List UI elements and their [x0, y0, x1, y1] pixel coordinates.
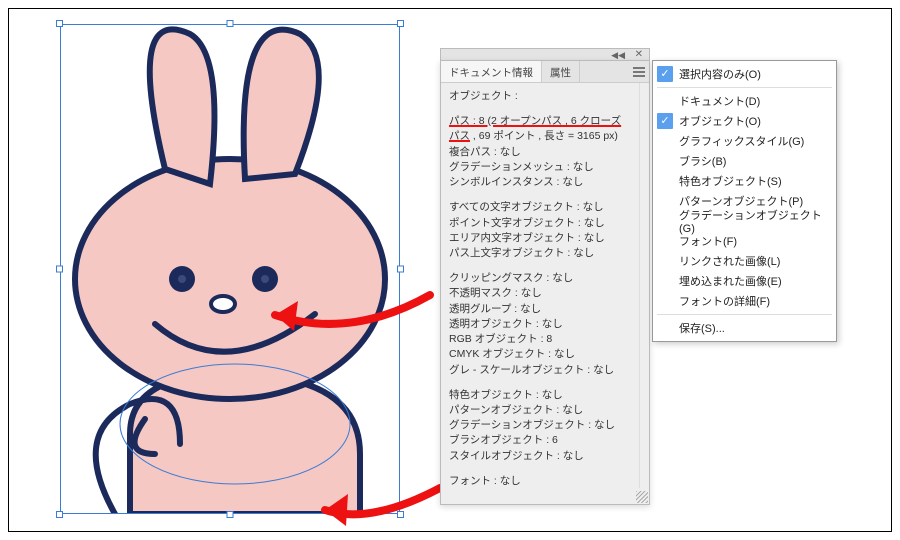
menu-document[interactable]: ドキュメント(D): [653, 91, 836, 111]
check-icon: ✓: [657, 113, 673, 129]
info-grad-mesh: グラデーションメッシュ : なし: [449, 160, 631, 175]
annotation-arrow-2: [310, 480, 450, 535]
info-font: フォント : なし: [449, 474, 631, 488]
info-trans-group: 透明グループ : なし: [449, 302, 631, 317]
handle-bm[interactable]: [227, 511, 234, 518]
handle-mr[interactable]: [397, 266, 404, 273]
handle-ml[interactable]: [56, 266, 63, 273]
info-area-text: エリア内文字オブジェクト : なし: [449, 231, 631, 246]
info-path-line2: パス , 69 ポイント , 長さ = 3165 px): [449, 129, 631, 144]
info-clip-mask: クリッピングマスク : なし: [449, 271, 631, 286]
handle-tm[interactable]: [227, 20, 234, 27]
info-style-object: スタイルオブジェクト : なし: [449, 449, 631, 464]
info-brush-object: ブラシオブジェクト : 6: [449, 433, 631, 448]
hamburger-icon: [633, 71, 645, 73]
panel-body: オブジェクト : パス : 8 (2 オープンパス , 6 クローズ パス , …: [441, 83, 639, 488]
menu-font-detail[interactable]: フォントの詳細(F): [653, 291, 836, 311]
flyout-menu: ✓選択内容のみ(O) ドキュメント(D) ✓オブジェクト(O) グラフィックスタ…: [652, 60, 837, 342]
info-path-text: パス上文字オブジェクト : なし: [449, 246, 631, 261]
menu-embedded-image[interactable]: 埋め込まれた画像(E): [653, 271, 836, 291]
info-heading: オブジェクト :: [449, 89, 631, 104]
check-icon: ✓: [657, 66, 673, 82]
selection-bbox[interactable]: [60, 24, 400, 514]
handle-tl[interactable]: [56, 20, 63, 27]
menu-graphic-style[interactable]: グラフィックスタイル(G): [653, 131, 836, 151]
info-compound-path: 複合パス : なし: [449, 145, 631, 160]
menu-brush[interactable]: ブラシ(B): [653, 151, 836, 171]
menu-spot-object[interactable]: 特色オブジェクト(S): [653, 171, 836, 191]
tab-document-info[interactable]: ドキュメント情報: [441, 61, 542, 82]
menu-object[interactable]: ✓オブジェクト(O): [653, 111, 836, 131]
info-path-line1: パス : 8 (2 オープンパス , 6 クローズ: [449, 114, 631, 129]
info-opacity-mask: 不透明マスク : なし: [449, 286, 631, 301]
panel-close-icon[interactable]: ✕: [635, 49, 643, 60]
info-gray-object: グレ - スケールオブジェクト : なし: [449, 363, 631, 378]
info-symbol-instance: シンボルインスタンス : なし: [449, 175, 631, 190]
menu-separator: [657, 87, 832, 88]
info-spot-object: 特色オブジェクト : なし: [449, 388, 631, 403]
panel-tabs: ドキュメント情報 属性: [441, 61, 649, 83]
menu-selection-only[interactable]: ✓選択内容のみ(O): [653, 64, 836, 84]
menu-separator: [657, 314, 832, 315]
info-trans-object: 透明オブジェクト : なし: [449, 317, 631, 332]
info-cmyk-object: CMYK オブジェクト : なし: [449, 347, 631, 362]
menu-font[interactable]: フォント(F): [653, 231, 836, 251]
info-pattern-object: パターンオブジェクト : なし: [449, 403, 631, 418]
annotation-arrow-1: [260, 285, 440, 355]
info-rgb-object: RGB オブジェクト : 8: [449, 332, 631, 347]
handle-bl[interactable]: [56, 511, 63, 518]
panel-scrollbar[interactable]: [639, 83, 649, 488]
info-grad-object: グラデーションオブジェクト : なし: [449, 418, 631, 433]
panel-titlebar[interactable]: ◀◀ ✕: [440, 48, 650, 60]
menu-save[interactable]: 保存(S)...: [653, 318, 836, 338]
info-all-text: すべての文字オブジェクト : なし: [449, 200, 631, 215]
info-point-text: ポイント文字オブジェクト : なし: [449, 216, 631, 231]
menu-linked-image[interactable]: リンクされた画像(L): [653, 251, 836, 271]
handle-tr[interactable]: [397, 20, 404, 27]
panel-flyout-button[interactable]: [629, 61, 649, 82]
document-info-panel: ドキュメント情報 属性 オブジェクト : パス : 8 (2 オープンパス , …: [440, 60, 650, 505]
tab-attributes[interactable]: 属性: [542, 61, 580, 82]
panel-resize-grip[interactable]: [636, 491, 648, 503]
menu-gradation-object[interactable]: グラデーションオブジェクト(G): [653, 211, 836, 231]
